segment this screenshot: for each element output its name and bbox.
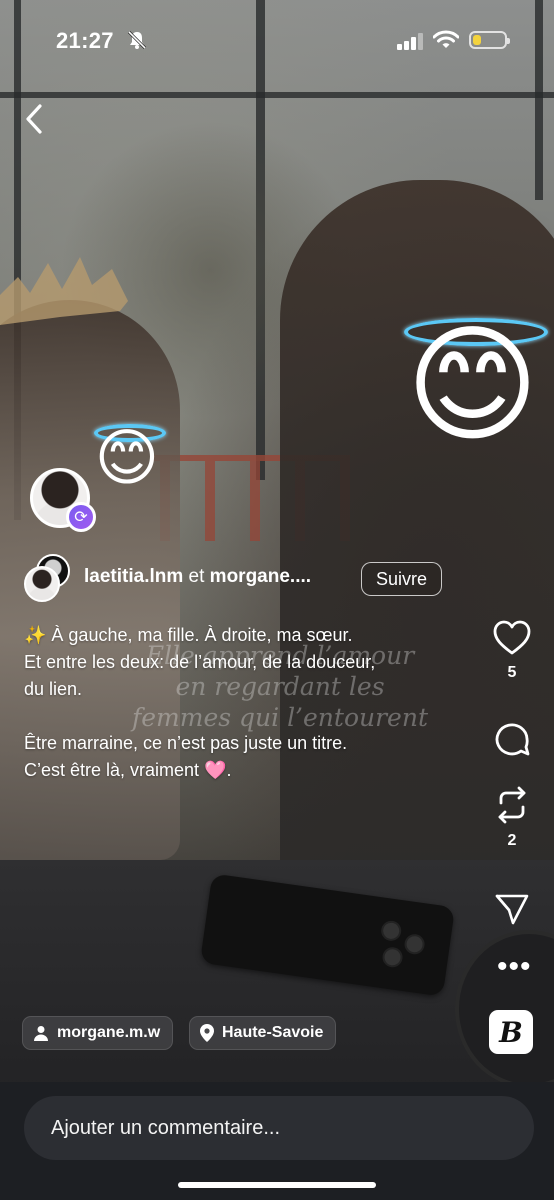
home-indicator[interactable] [178,1182,376,1188]
caption-line: C’est être là, vraiment 🩷. [24,760,232,780]
clock: 21:27 [56,28,114,53]
location-label: Haute-Savoie [222,1024,324,1041]
bell-slash-icon [127,30,147,50]
heart-icon[interactable] [493,620,531,656]
like-count: 5 [507,664,517,681]
author-names[interactable]: laetitia.lnm et morgane.... [84,566,311,588]
cellular-signal-icon [397,33,423,50]
send-icon[interactable] [494,892,530,926]
tagged-user-chip[interactable]: morgane.m.w [22,1016,174,1050]
status-bar: 21:27 [0,0,554,80]
smiling-face-emoji: 😊 [405,314,540,457]
repost-icon[interactable] [494,786,530,824]
like-button[interactable]: 5 [490,620,534,682]
window-frame [0,92,554,98]
share-button[interactable] [490,892,534,926]
repost-button[interactable]: 2 [490,786,534,850]
smiling-face-emoji: 😊 [94,424,160,493]
tagged-user-label: morgane.m.w [57,1024,161,1041]
comment-button[interactable] [490,722,534,758]
caption-line: ✨ À gauche, ma fille. À droite, ma sœur. [24,625,353,645]
person-icon [34,1026,48,1041]
battery-icon [469,31,510,49]
caption-line: du lien. [24,679,83,699]
repost-badge-icon: ⟳ [66,502,96,532]
caption-line: Et entre les deux: de l’amour, de la dou… [24,652,376,672]
author-username[interactable]: laetitia.lnm [84,566,183,587]
chevron-left-icon[interactable] [20,103,48,135]
app-logo-badge[interactable]: B [489,1010,533,1054]
more-dots-icon[interactable]: ••• [497,952,532,982]
location-pin-icon [200,1024,214,1042]
location-chip[interactable]: Haute-Savoie [189,1016,337,1050]
post-author-row: laetitia.lnm et morgane.... Suivre [22,552,542,604]
wifi-icon [433,30,459,48]
avatar[interactable] [24,566,60,602]
follow-button[interactable]: Suivre [361,562,443,596]
author-joiner: et [188,566,205,587]
author-username[interactable]: morgane.... [210,566,311,587]
comment-input[interactable]: Ajouter un commentaire... [24,1096,534,1160]
post-screen: 😊 😊 Elle apprend l’amour en regardant le… [0,0,554,1200]
repost-count: 2 [507,832,517,849]
comment-bubble-icon[interactable] [494,722,530,758]
crown [0,257,128,325]
post-caption[interactable]: ✨ À gauche, ma fille. À droite, ma sœur.… [24,622,464,784]
caption-line: Être marraine, ce n’est pas juste un tit… [24,733,348,753]
